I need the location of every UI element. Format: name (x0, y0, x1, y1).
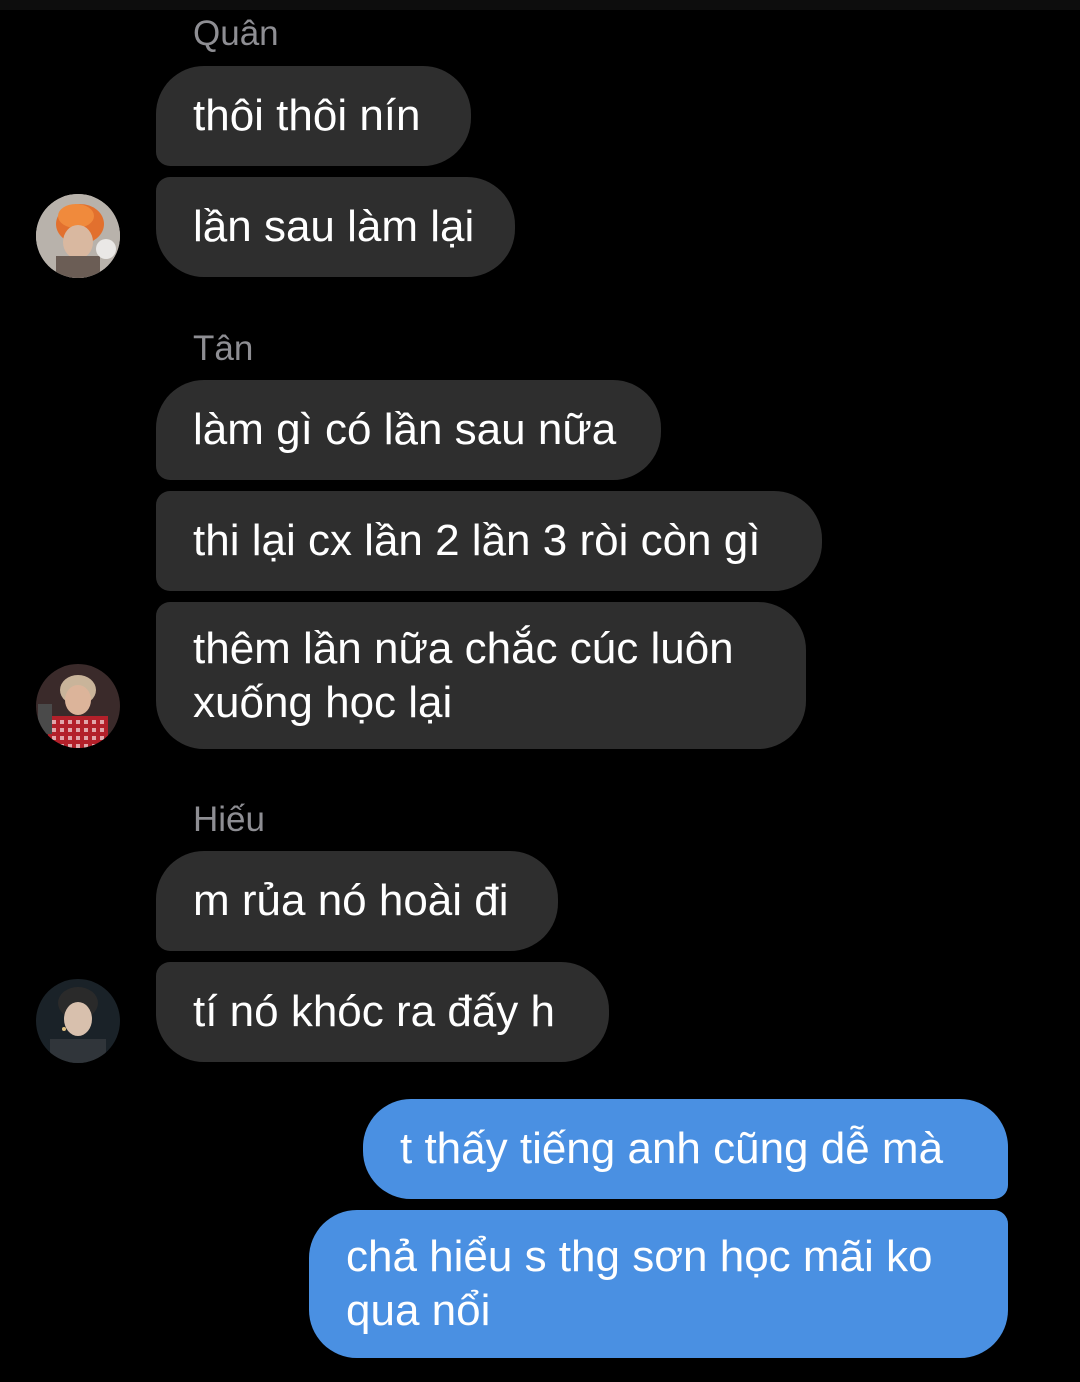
message-text-line-1: chả hiểu s thg sơn học mãi ko (346, 1232, 933, 1281)
avatar-hieu-icon[interactable] (36, 979, 120, 1063)
message-text: làm gì có lần sau nữa (193, 405, 617, 454)
message-bubble[interactable]: làm gì có lần sau nữa (156, 380, 661, 480)
avatar-quan-icon[interactable] (36, 194, 120, 278)
outgoing-message-bubble[interactable]: chả hiểu s thg sơn học mãi ko qua nổi (309, 1210, 1008, 1358)
sender-name-hieu: Hiếu (193, 800, 265, 839)
message-text-line-2: qua nổi (346, 1286, 491, 1335)
top-bar-strip (0, 0, 1080, 10)
message-bubble[interactable]: lần sau làm lại (156, 177, 515, 277)
message-text: t thấy tiếng anh cũng dễ mà (400, 1124, 944, 1173)
message-bubble[interactable]: tí nó khóc ra đấy h (156, 962, 609, 1062)
message-text: m rủa nó hoài đi (193, 876, 509, 925)
message-bubble[interactable]: m rủa nó hoài đi (156, 851, 558, 951)
outgoing-message-bubble[interactable]: t thấy tiếng anh cũng dễ mà (363, 1099, 1008, 1199)
message-text: thi lại cx lần 2 lần 3 ròi còn gì (193, 516, 761, 565)
message-bubble[interactable]: thôi thôi nín (156, 66, 471, 166)
message-text-line-2: xuống học lại (193, 677, 453, 727)
message-text-line-1: thêm lần nữa chắc cúc luôn (193, 623, 734, 673)
avatar-tan-icon[interactable] (36, 664, 120, 748)
message-text: lần sau làm lại (193, 202, 475, 251)
message-text: thôi thôi nín (193, 91, 421, 140)
message-bubble[interactable]: thêm lần nữa chắc cúc luôn xuống học lại (156, 602, 806, 749)
message-bubble[interactable]: thi lại cx lần 2 lần 3 ròi còn gì (156, 491, 822, 591)
message-text: tí nó khóc ra đấy h (193, 987, 555, 1036)
sender-name-tan: Tân (193, 329, 254, 368)
sender-name-quan: Quân (193, 14, 279, 53)
